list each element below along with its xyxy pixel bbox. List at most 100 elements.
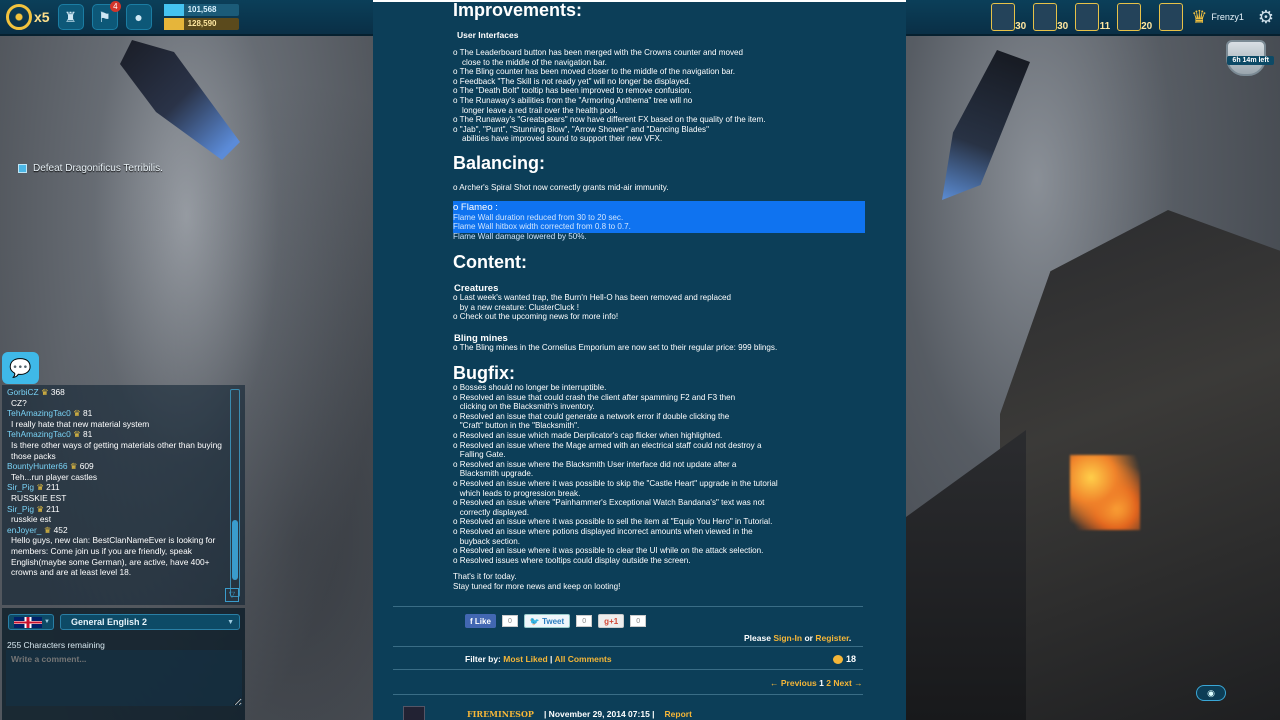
castle-button[interactable]: ♜ — [57, 4, 84, 30]
improvement-item: o The "Death Bolt" tooltip has been impr… — [453, 86, 692, 96]
hero-slot-1[interactable]: 30 — [991, 3, 1026, 32]
bugfix-item: o Resolved an issue where "Painhammer's … — [453, 498, 765, 517]
balancing-list: o Archer's Spiral Shot now correctly gra… — [453, 183, 883, 193]
crown-icon: ♛ — [36, 503, 47, 514]
chat-message-header: TehAmazingTac0 ♛ 81 — [7, 429, 225, 440]
chat-username[interactable]: BountyHunter66 — [7, 461, 70, 471]
hero-level: 11 — [1099, 21, 1111, 32]
register-link[interactable]: Register — [815, 633, 849, 643]
pager-page-1: 1 — [819, 678, 824, 688]
bugfix-item: o Bosses should no longer be interruptib… — [453, 383, 607, 392]
pager-previous[interactable]: ← Previous — [770, 678, 817, 688]
flameo-line: Flame Wall damage lowered by 50%. — [453, 231, 587, 241]
filter-all-comments[interactable]: All Comments — [554, 654, 611, 664]
bugfix-item: o Resolved issues where tooltips could d… — [453, 555, 691, 565]
gplus-button[interactable]: g +1 — [598, 614, 625, 628]
target-icon — [6, 4, 32, 30]
creatures-list: o Last week's wanted trap, the Burn'n He… — [453, 293, 883, 322]
hero-slot-2[interactable]: 30 — [1033, 3, 1068, 32]
chat-input[interactable] — [6, 650, 242, 706]
bugfix-item: o Resolved an issue where the Blacksmith… — [453, 459, 737, 479]
uk-flag-icon — [14, 617, 42, 628]
signin-prompt: Please Sign-In or Register. — [744, 633, 851, 643]
chat-scroll-down-button[interactable]: ▽ — [225, 588, 239, 602]
chat-input-area: ▼ General English 2 ▼ 255 Characters rem… — [2, 608, 245, 720]
pager-page-2[interactable]: 2 — [826, 678, 831, 688]
gplus-label: +1 — [609, 616, 619, 626]
chat-message-header: enJoyer_ ♛ 452 — [7, 525, 225, 536]
chat-message-header: Sir_Pig ♛ 211 — [7, 482, 225, 493]
chevron-down-icon: ▼ — [44, 619, 50, 625]
pager-next[interactable]: Next → — [833, 678, 862, 688]
pagination: ← Previous 1 2 Next → — [770, 678, 863, 688]
improvements-list: o The Leaderboard button has been merged… — [453, 48, 883, 144]
bugfix-item: o Resolved an issue where the Mage armed… — [453, 440, 762, 460]
bugfix-list: o Bosses should no longer be interruptib… — [453, 383, 883, 565]
resources: 101,568 128,590 — [163, 4, 239, 30]
crown-count: 211 — [46, 503, 60, 514]
crown-count: 81 — [82, 429, 93, 440]
improvement-item: o The Leaderboard button has been merged… — [453, 48, 744, 67]
chat-scroll-thumb[interactable] — [232, 520, 238, 580]
like-count: 0 — [501, 615, 518, 627]
chat-panel: GorbiCZ ♛ 368 CZ? TehAmazingTac0 ♛ 81 I rea… — [2, 385, 245, 605]
filter-label: Filter by: — [465, 654, 504, 664]
gear-icon[interactable]: ⚙ — [1258, 7, 1274, 28]
chat-username[interactable]: enJoyer_ — [7, 525, 44, 535]
quest-text: Defeat Dragonificus Terribilis. — [33, 163, 163, 174]
hero-slot-3[interactable]: 11 — [1075, 3, 1110, 32]
chat-scrollbar[interactable] — [230, 389, 240, 597]
flameo-line: Flame Wall hitbox width corrected from 0… — [453, 222, 631, 232]
tweet-button[interactable]: 🐦 Tweet — [523, 614, 571, 628]
hero-slot-5[interactable] — [1159, 3, 1184, 31]
chat-message-header: BountyHunter66 ♛ 609 — [7, 461, 225, 472]
gold-resource: 128,590 — [163, 18, 239, 30]
channel-selector[interactable]: General English 2 ▼ — [60, 614, 240, 630]
outro-line-1: That's it for today. — [453, 572, 517, 581]
camera-toggle-button[interactable]: ◉ — [1196, 685, 1226, 701]
chat-message-header: Sir_Pig ♛ 211 — [7, 504, 225, 515]
lives-counter[interactable]: x5 — [6, 4, 50, 30]
report-link[interactable]: Report — [665, 709, 692, 719]
tweet-label: Tweet — [542, 616, 565, 626]
content-heading: Content: — [453, 252, 527, 272]
notifications-button[interactable]: ⚑ 4 — [91, 1, 121, 30]
flameo-lines: Flame Wall duration reduced from 30 to 2… — [453, 213, 631, 242]
comment-author[interactable]: FIREMINESOP — [467, 709, 534, 719]
shop-button[interactable]: ● — [125, 4, 152, 30]
chat-username[interactable]: GorbiCZ — [7, 387, 41, 397]
player-name[interactable]: Frenzy1 — [1211, 12, 1244, 22]
filter-most-liked[interactable]: Most Liked — [503, 654, 547, 664]
improvements-heading: Improvements: — [453, 0, 583, 20]
chat-username[interactable]: TehAmazingTac0 — [7, 408, 73, 418]
crown-icon: ♛ — [36, 482, 47, 493]
divider — [393, 606, 863, 607]
comment-bubble-icon — [833, 654, 843, 664]
language-selector[interactable]: ▼ — [8, 614, 54, 630]
like-label: Like — [474, 616, 491, 626]
signin-link[interactable]: Sign-In — [773, 633, 802, 643]
divider — [393, 646, 863, 647]
chat-username[interactable]: Sir_Pig — [7, 482, 36, 492]
chat-toggle-button[interactable]: 💬 — [2, 352, 39, 384]
chat-message-text: CZ? — [11, 397, 27, 408]
crown-icon: ♛ — [43, 524, 54, 535]
flameo-block: o Flameo : Flame Wall duration reduced f… — [453, 203, 631, 241]
signin-or: or — [802, 633, 816, 643]
orb-icon: ● — [134, 9, 143, 25]
bugfix-item: o Resolved an issue that could crash the… — [453, 392, 736, 412]
chat-username[interactable]: TehAmazingTac0 — [7, 429, 73, 439]
comment-filter: Filter by: Most Liked | All Comments — [465, 654, 612, 664]
chat-message-text: Is there other ways of getting materials… — [11, 439, 222, 461]
chat-username[interactable]: Sir_Pig — [7, 504, 36, 514]
facebook-like-button[interactable]: f Like — [465, 614, 496, 628]
balancing-item: o Archer's Spiral Shot now correctly gra… — [453, 183, 669, 192]
bling-list: o The Bling mines in the Cornelius Empor… — [453, 343, 883, 353]
hero-slot-4[interactable]: 20 — [1117, 3, 1152, 32]
chat-messages: GorbiCZ ♛ 368 CZ? TehAmazingTac0 ♛ 81 I rea… — [7, 387, 225, 578]
bugfix-item: o Resolved an issue where it was possibl… — [453, 517, 773, 527]
quest-tracker[interactable]: Defeat Dragonificus Terribilis. — [18, 163, 163, 174]
avatar — [403, 706, 425, 720]
chat-message-text: russkie est — [11, 514, 52, 525]
flag-icon: ⚑ — [98, 8, 111, 25]
